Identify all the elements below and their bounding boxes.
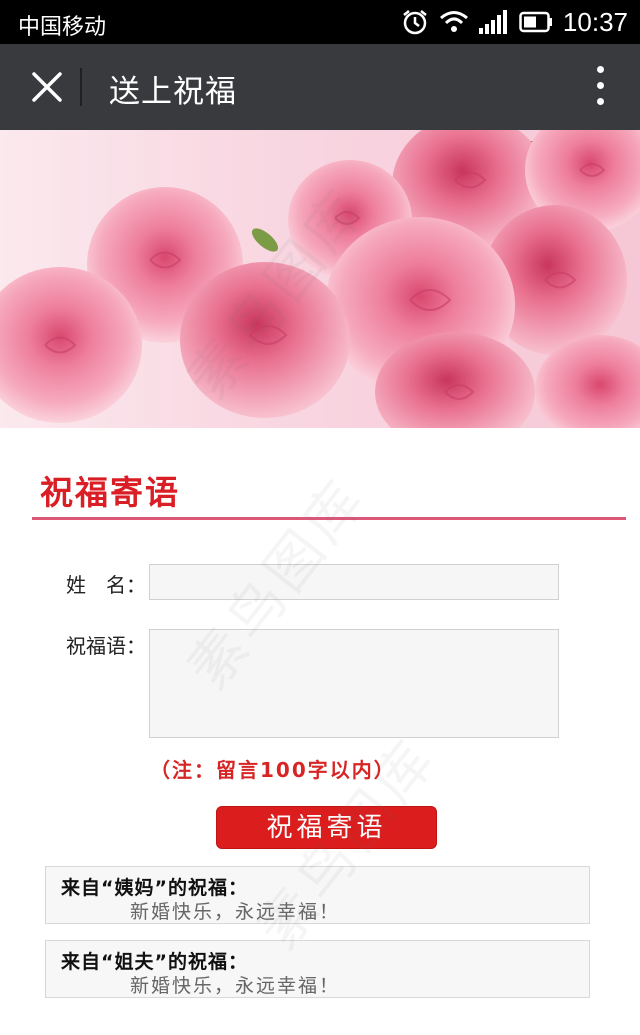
battery-icon	[519, 11, 552, 33]
message-text: 新婚快乐，永远幸福！	[130, 901, 341, 923]
message-item: 来自“姐夫”的祝福： 新婚快乐，永远幸福！	[45, 940, 590, 998]
message-from: 来自“姨妈”的祝福：	[61, 877, 248, 899]
length-note: （注：留言100字以内）	[150, 758, 396, 782]
close-icon[interactable]	[26, 66, 68, 108]
submit-button[interactable]: 祝福寄语	[216, 806, 437, 849]
message-from: 来自“姐夫”的祝福：	[61, 951, 248, 973]
carrier-name: 中国移动	[18, 15, 107, 40]
section-divider	[32, 517, 626, 520]
status-bar: 中国移动 10:37	[0, 0, 640, 44]
pink-roses-banner	[0, 130, 640, 428]
roses-illustration	[0, 130, 640, 428]
message-textarea[interactable]	[149, 629, 559, 738]
alarm-icon	[403, 10, 427, 35]
status-icons: 10:37	[401, 6, 628, 38]
name-label: 姓 名：	[66, 573, 146, 597]
section-title: 祝福寄语	[40, 473, 180, 512]
clock: 10:37	[562, 6, 628, 37]
nav-divider	[80, 68, 82, 106]
signal-icon	[478, 10, 507, 34]
page-title: 送上祝福	[109, 74, 237, 110]
nav-bar: 送上祝福	[0, 44, 640, 130]
more-vertical-icon[interactable]	[590, 66, 610, 110]
message-label: 祝福语：	[66, 634, 146, 658]
message-item: 来自“姨妈”的祝福： 新婚快乐，永远幸福！	[45, 866, 590, 924]
name-input[interactable]	[149, 564, 559, 600]
wifi-icon	[439, 11, 468, 32]
message-text: 新婚快乐，永远幸福！	[130, 975, 341, 997]
